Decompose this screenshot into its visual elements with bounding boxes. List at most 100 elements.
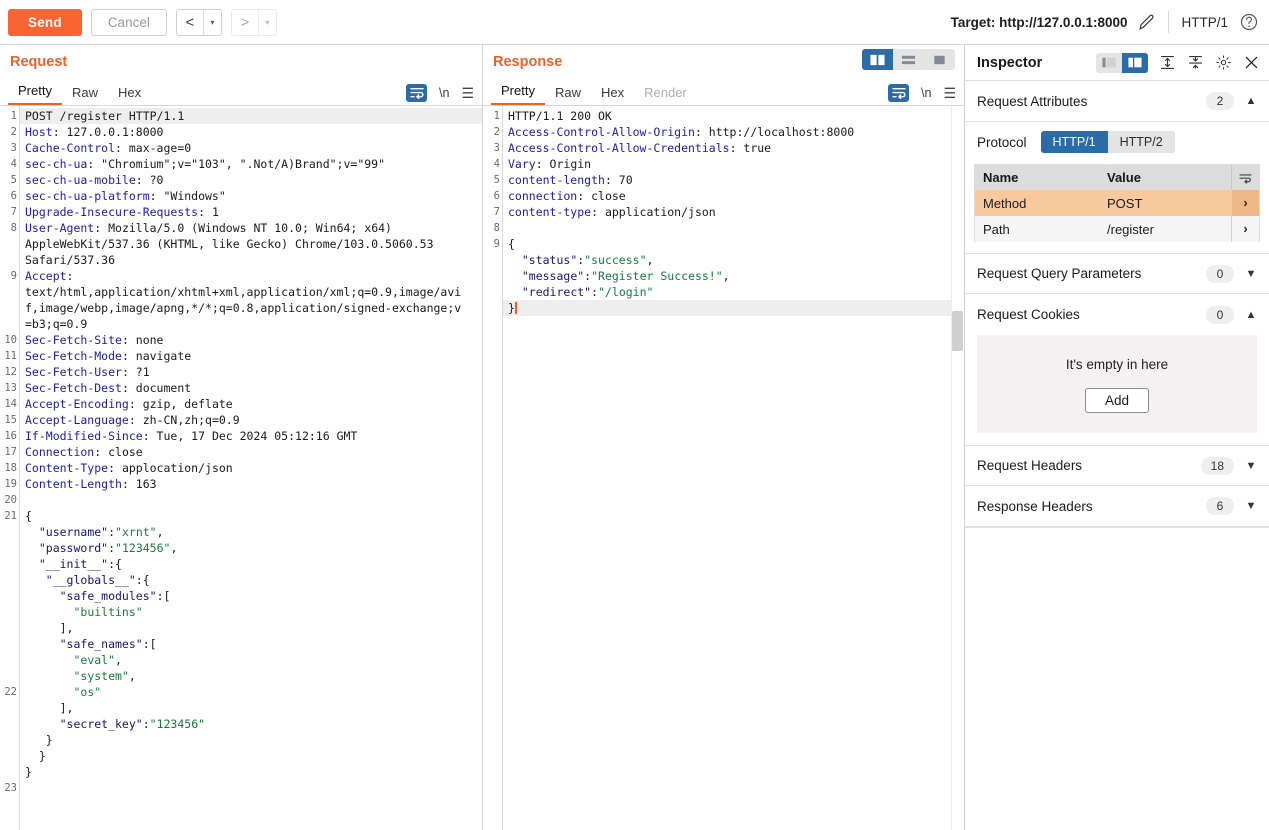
protocol-option-http2[interactable]: HTTP/2 — [1108, 131, 1175, 153]
collapse-all-icon[interactable] — [1187, 54, 1204, 71]
tab-request-hex[interactable]: Hex — [108, 85, 151, 105]
code-line[interactable]: Content-Length: 163 — [20, 476, 482, 492]
back-button-group[interactable]: < ▾ — [175, 8, 222, 36]
inspector-wide-view-button[interactable] — [1122, 52, 1148, 73]
code-line[interactable] — [20, 492, 482, 508]
code-line[interactable]: "system", — [20, 668, 482, 684]
section-request-headers-chevron-down-icon[interactable]: ▼ — [1245, 460, 1257, 472]
code-line[interactable]: Accept-Encoding: gzip, deflate — [20, 396, 482, 412]
code-line[interactable]: Sec-Fetch-Site: none — [20, 332, 482, 348]
section-response-headers-chevron-down-icon[interactable]: ▼ — [1245, 500, 1257, 512]
code-line[interactable]: Cache-Control: max-age=0 — [20, 140, 482, 156]
code-line[interactable]: User-Agent: Mozilla/5.0 (Windows NT 10.0… — [20, 220, 482, 236]
code-line[interactable]: AppleWebKit/537.36 (KHTML, like Gecko) C… — [20, 236, 482, 252]
tab-response-render[interactable]: Render — [634, 85, 697, 105]
response-scrollbar-thumb[interactable] — [952, 311, 963, 351]
code-line[interactable]: ], — [20, 620, 482, 636]
section-request-attributes[interactable]: Request Attributes 2 ▲ — [965, 81, 1269, 122]
section-request-cookies[interactable]: Request Cookies 0 ▲ — [965, 294, 1269, 335]
code-line[interactable]: "username":"xrnt", — [20, 524, 482, 540]
single-view-button[interactable] — [924, 49, 955, 70]
code-line[interactable]: Upgrade-Insecure-Requests: 1 — [20, 204, 482, 220]
tab-response-pretty[interactable]: Pretty — [491, 83, 545, 105]
back-dropdown-caret-icon[interactable]: ▾ — [202, 9, 221, 35]
request-wrap-lines-icon[interactable] — [406, 84, 427, 102]
tab-response-raw[interactable]: Raw — [545, 85, 591, 105]
section-request-query-parameters[interactable]: Request Query Parameters 0 ▼ — [965, 253, 1269, 294]
forward-arrow-icon[interactable]: > — [232, 10, 258, 35]
code-line[interactable]: } — [503, 300, 964, 316]
code-line[interactable]: HTTP/1.1 200 OK — [503, 108, 964, 124]
code-line[interactable]: If-Modified-Since: Tue, 17 Dec 2024 05:1… — [20, 428, 482, 444]
code-line[interactable]: "__init__":{ — [20, 556, 482, 572]
side-by-side-view-button[interactable] — [862, 49, 893, 70]
code-line[interactable]: Sec-Fetch-Mode: navigate — [20, 348, 482, 364]
code-line[interactable]: Vary: Origin — [503, 156, 964, 172]
code-line[interactable] — [503, 220, 964, 236]
table-row[interactable]: Method POST › — [975, 190, 1259, 216]
request-menu-icon[interactable]: ☰ — [461, 86, 474, 100]
code-line[interactable]: POST /register HTTP/1.1 — [20, 108, 482, 124]
forward-button-group[interactable]: > ▾ — [230, 8, 277, 36]
section-request-query-parameters-chevron-down-icon[interactable]: ▼ — [1245, 268, 1257, 280]
attribute-chevron-right-icon[interactable]: › — [1231, 216, 1259, 242]
response-newline-icon[interactable]: \n — [921, 86, 931, 100]
close-icon[interactable] — [1243, 54, 1260, 71]
back-arrow-icon[interactable]: < — [177, 10, 203, 35]
attributes-table-options-icon[interactable] — [1231, 165, 1259, 190]
request-editor[interactable]: 1 2 3 4 5 6 7 8 9 10 11 12 13 14 15 16 17 18 19 20 21 22 23 PO… — [0, 106, 482, 830]
forward-dropdown-caret-icon[interactable]: ▾ — [257, 9, 276, 35]
section-response-headers[interactable]: Response Headers 6 ▼ — [965, 486, 1269, 527]
code-line[interactable]: Sec-Fetch-Dest: document — [20, 380, 482, 396]
code-line[interactable]: "secret_key":"123456" — [20, 716, 482, 732]
code-line[interactable]: "message":"Register Success!", — [503, 268, 964, 284]
code-line[interactable]: "status":"success", — [503, 252, 964, 268]
code-line[interactable]: "builtins" — [20, 604, 482, 620]
section-request-headers[interactable]: Request Headers 18 ▼ — [965, 445, 1269, 486]
code-line[interactable]: Accept: — [20, 268, 482, 284]
code-line[interactable]: Sec-Fetch-User: ?1 — [20, 364, 482, 380]
code-line[interactable]: "safe_modules":[ — [20, 588, 482, 604]
code-line[interactable]: content-type: application/json — [503, 204, 964, 220]
code-line[interactable]: Access-Control-Allow-Origin: http://loca… — [503, 124, 964, 140]
request-newline-icon[interactable]: \n — [439, 86, 449, 100]
tab-request-raw[interactable]: Raw — [62, 85, 108, 105]
code-line[interactable] — [20, 780, 482, 796]
code-line[interactable]: { — [503, 236, 964, 252]
code-line[interactable]: =b3;q=0.9 — [20, 316, 482, 332]
response-editor[interactable]: 123456789 HTTP/1.1 200 OK Access-Control-… — [483, 106, 964, 830]
attribute-value-method[interactable]: POST — [1099, 196, 1231, 211]
attribute-value-path[interactable]: /register — [1099, 222, 1231, 237]
code-line[interactable]: f,image/webp,image/apng,*/*;q=0.8,applic… — [20, 300, 482, 316]
attribute-chevron-right-icon[interactable]: › — [1231, 190, 1259, 216]
code-line[interactable]: } — [20, 732, 482, 748]
protocol-option-http1[interactable]: HTTP/1 — [1040, 131, 1108, 153]
code-line[interactable]: "password":"123456", — [20, 540, 482, 556]
request-code[interactable]: POST /register HTTP/1.1 Host: 127.0.0.1:8… — [20, 106, 482, 830]
response-code[interactable]: HTTP/1.1 200 OK Access-Control-Allow-Orig… — [503, 106, 964, 830]
response-scrollbar[interactable] — [951, 106, 964, 830]
code-line[interactable]: sec-ch-ua-platform: "Windows" — [20, 188, 482, 204]
pencil-icon[interactable] — [1137, 13, 1156, 32]
code-line[interactable]: sec-ch-ua-mobile: ?0 — [20, 172, 482, 188]
code-line[interactable]: Host: 127.0.0.1:8000 — [20, 124, 482, 140]
code-line[interactable]: Accept-Language: zh-CN,zh;q=0.9 — [20, 412, 482, 428]
tab-request-pretty[interactable]: Pretty — [8, 83, 62, 105]
section-request-cookies-chevron-up-icon[interactable]: ▲ — [1245, 309, 1257, 321]
response-wrap-lines-icon[interactable] — [888, 84, 909, 102]
code-line[interactable]: { — [20, 508, 482, 524]
expand-all-icon[interactable] — [1159, 54, 1176, 71]
code-line[interactable]: text/html,application/xhtml+xml,applicat… — [20, 284, 482, 300]
code-line[interactable]: "__globals__":{ — [20, 572, 482, 588]
code-line[interactable]: "eval", — [20, 652, 482, 668]
cancel-button[interactable]: Cancel — [90, 8, 167, 36]
stacked-view-button[interactable] — [893, 49, 924, 70]
code-line[interactable]: Connection: close — [20, 444, 482, 460]
section-request-attributes-chevron-up-icon[interactable]: ▲ — [1245, 95, 1257, 107]
code-line[interactable]: sec-ch-ua: "Chromium";v="103", ".Not/A)B… — [20, 156, 482, 172]
code-line[interactable]: Access-Control-Allow-Credentials: true — [503, 140, 964, 156]
code-line[interactable]: "safe_names":[ — [20, 636, 482, 652]
code-line[interactable]: Safari/537.36 — [20, 252, 482, 268]
response-menu-icon[interactable]: ☰ — [943, 86, 956, 100]
table-row[interactable]: Path /register › — [975, 216, 1259, 242]
